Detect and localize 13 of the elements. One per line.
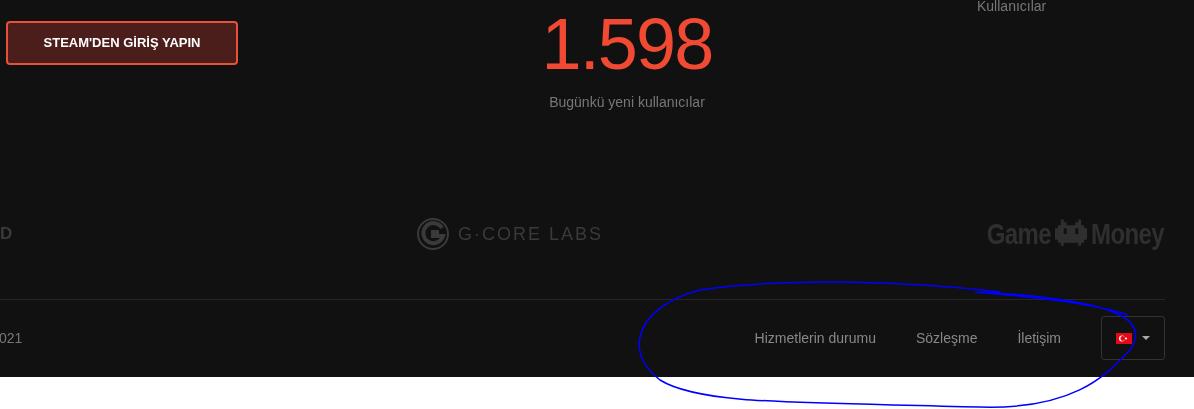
space-invader-icon [1055,219,1087,249]
steam-login-button[interactable]: STEAM'DEN GİRİŞ YAPIN [6,21,238,65]
stat-label: Kullanıcılar [977,0,1047,14]
turkey-flag-icon [1116,332,1132,344]
copyright-text: 021 [0,328,23,348]
language-dropdown[interactable] [1101,316,1165,360]
gcore-logo-icon [416,217,450,251]
stat-label: Bugünkü yeni kullanıcılar [549,93,705,112]
caret-icon [1142,336,1150,340]
footer-link[interactable]: Hizmetlerin durumu [754,327,876,349]
footer-link[interactable]: Sözleşme [915,327,978,349]
footer-link[interactable]: İletişim [1017,327,1061,349]
stat-value: 1.598 [541,8,713,80]
